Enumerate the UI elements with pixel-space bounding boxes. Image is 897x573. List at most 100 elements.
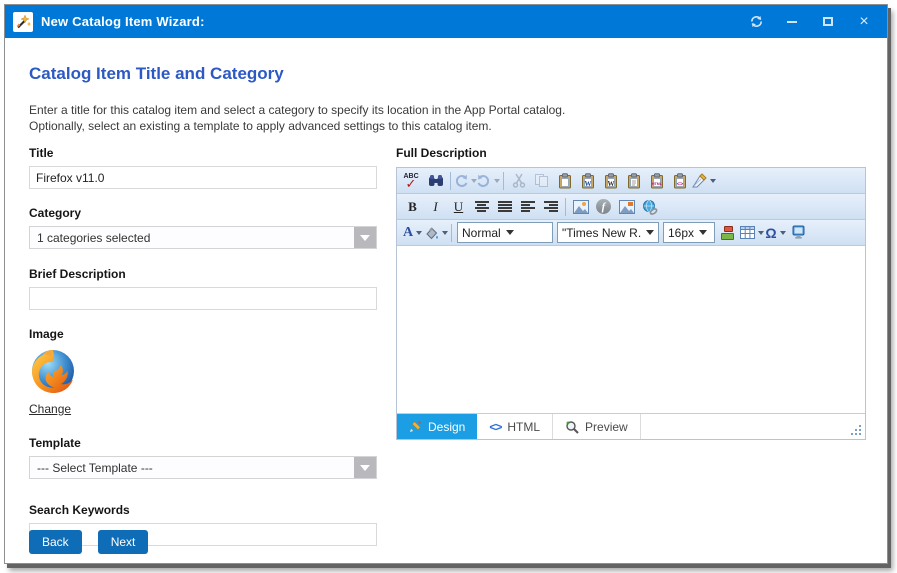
align-left-icon[interactable] bbox=[516, 196, 539, 217]
title-input[interactable] bbox=[29, 166, 377, 189]
font-size-value: 16px bbox=[668, 226, 694, 240]
tab-preview[interactable]: Preview bbox=[553, 414, 641, 439]
underline-glyph: U bbox=[454, 199, 463, 215]
svg-text:HTML: HTML bbox=[652, 182, 663, 186]
paste-word-cleaner-icon[interactable]: W bbox=[599, 170, 622, 191]
special-character-icon[interactable]: Ω bbox=[764, 222, 787, 243]
chevron-down-icon bbox=[506, 230, 514, 235]
find-icon[interactable] bbox=[424, 170, 447, 191]
background-color-caret[interactable] bbox=[442, 231, 448, 235]
system-module-icon[interactable] bbox=[787, 222, 810, 243]
magnifier-icon bbox=[565, 420, 579, 434]
back-button[interactable]: Back bbox=[29, 530, 82, 554]
maximize-icon bbox=[823, 17, 833, 26]
bold-icon[interactable]: B bbox=[401, 196, 424, 217]
editor-toolbar-row-1: ABC ✓ bbox=[397, 168, 865, 194]
font-size-combo[interactable]: 16px bbox=[663, 222, 715, 243]
special-character-caret[interactable] bbox=[780, 231, 786, 235]
module-manager-icon[interactable] bbox=[717, 222, 740, 243]
close-button[interactable]: × bbox=[849, 10, 879, 34]
page-title: Catalog Item Title and Category bbox=[29, 64, 284, 84]
minimize-button[interactable] bbox=[777, 10, 807, 34]
paste-markup-icon[interactable]: <> bbox=[668, 170, 691, 191]
font-name-combo[interactable]: "Times New R... bbox=[557, 222, 659, 243]
paste-from-word-icon[interactable]: W bbox=[576, 170, 599, 191]
tab-design[interactable]: Design bbox=[397, 414, 477, 439]
intro-line-1: Enter a title for this catalog item and … bbox=[29, 102, 565, 118]
category-label: Category bbox=[29, 206, 377, 220]
underline-icon[interactable]: U bbox=[447, 196, 470, 217]
firefox-logo-image bbox=[29, 347, 77, 395]
paste-icon[interactable] bbox=[553, 170, 576, 191]
change-image-link[interactable]: Change bbox=[29, 402, 71, 416]
tab-preview-label: Preview bbox=[585, 420, 628, 434]
copy-icon[interactable] bbox=[530, 170, 553, 191]
chevron-down-icon bbox=[360, 235, 370, 241]
chevron-down-icon bbox=[699, 230, 707, 235]
redo-dropdown-caret[interactable] bbox=[494, 179, 500, 183]
refresh-icon[interactable] bbox=[741, 10, 771, 34]
category-dropdown[interactable]: 1 categories selected bbox=[29, 226, 377, 249]
form-left-column: Title Category 1 categories selected Bri… bbox=[29, 146, 377, 546]
cut-icon[interactable] bbox=[507, 170, 530, 191]
align-center-icon[interactable] bbox=[470, 196, 493, 217]
flash-manager-icon[interactable]: f bbox=[592, 196, 615, 217]
brief-description-input[interactable] bbox=[29, 287, 377, 310]
paragraph-style-combo[interactable]: Normal bbox=[457, 222, 553, 243]
paste-plain-text-icon[interactable] bbox=[622, 170, 645, 191]
template-dropdown[interactable]: --- Select Template --- bbox=[29, 456, 377, 479]
undo-icon[interactable] bbox=[454, 170, 477, 191]
minimize-icon bbox=[787, 21, 797, 23]
template-dropdown-button[interactable] bbox=[354, 457, 376, 478]
window-title: New Catalog Item Wizard: bbox=[41, 14, 205, 29]
svg-text:W: W bbox=[607, 180, 614, 188]
full-description-label: Full Description bbox=[396, 146, 866, 160]
font-color-glyph: A bbox=[403, 226, 413, 240]
chevron-down-icon bbox=[360, 465, 370, 471]
tab-html-label: HTML bbox=[507, 420, 540, 434]
background-color-icon[interactable] bbox=[424, 222, 448, 243]
intro-line-2: Optionally, select an existing a templat… bbox=[29, 118, 565, 134]
svg-text:<>: <> bbox=[676, 181, 682, 187]
insert-table-icon[interactable] bbox=[740, 222, 764, 243]
media-manager-icon[interactable] bbox=[615, 196, 638, 217]
category-value: 1 categories selected bbox=[30, 231, 150, 245]
spellcheck-icon[interactable]: ABC ✓ bbox=[401, 170, 424, 191]
editor-content-area[interactable] bbox=[397, 246, 865, 414]
resize-grip[interactable] bbox=[850, 424, 862, 436]
italic-icon[interactable]: I bbox=[424, 196, 447, 217]
align-right-icon[interactable] bbox=[539, 196, 562, 217]
redo-icon[interactable] bbox=[477, 170, 500, 191]
wizard-content: Catalog Item Title and Category Enter a … bbox=[5, 38, 887, 563]
titlebar: New Catalog Item Wizard: × bbox=[5, 5, 887, 38]
font-name-value: "Times New R... bbox=[562, 226, 641, 240]
editor-mode-tabs: Design <> HTML Prev bbox=[397, 414, 865, 439]
font-color-icon[interactable]: A bbox=[401, 222, 424, 243]
font-color-caret[interactable] bbox=[416, 231, 422, 235]
wizard-window: New Catalog Item Wizard: × Catalog Item … bbox=[4, 4, 888, 564]
hyperlink-manager-icon[interactable] bbox=[638, 196, 661, 217]
paragraph-style-value: Normal bbox=[462, 226, 501, 240]
tab-html[interactable]: <> HTML bbox=[477, 414, 553, 439]
flash-glyph: f bbox=[596, 199, 611, 214]
category-dropdown-button[interactable] bbox=[354, 227, 376, 248]
format-stripper-caret[interactable] bbox=[710, 179, 716, 183]
editor-toolbar-row-3: A Normal bbox=[397, 220, 865, 246]
tab-design-label: Design bbox=[428, 420, 465, 434]
chevron-down-icon bbox=[646, 230, 654, 235]
paste-as-html-icon[interactable]: HTML bbox=[645, 170, 668, 191]
next-button[interactable]: Next bbox=[98, 530, 149, 554]
italic-glyph: I bbox=[433, 199, 437, 215]
close-icon: × bbox=[859, 14, 868, 30]
image-manager-icon[interactable] bbox=[569, 196, 592, 217]
format-stripper-icon[interactable] bbox=[691, 170, 716, 191]
code-icon: <> bbox=[489, 420, 501, 434]
intro-text: Enter a title for this catalog item and … bbox=[29, 102, 565, 134]
rich-text-editor: ABC ✓ bbox=[396, 167, 866, 440]
maximize-button[interactable] bbox=[813, 10, 843, 34]
wizard-footer: Back Next bbox=[29, 530, 148, 554]
editor-toolbar-row-2: B I U f bbox=[397, 194, 865, 220]
justify-icon[interactable] bbox=[493, 196, 516, 217]
brief-description-label: Brief Description bbox=[29, 267, 377, 281]
omega-glyph: Ω bbox=[765, 226, 776, 240]
